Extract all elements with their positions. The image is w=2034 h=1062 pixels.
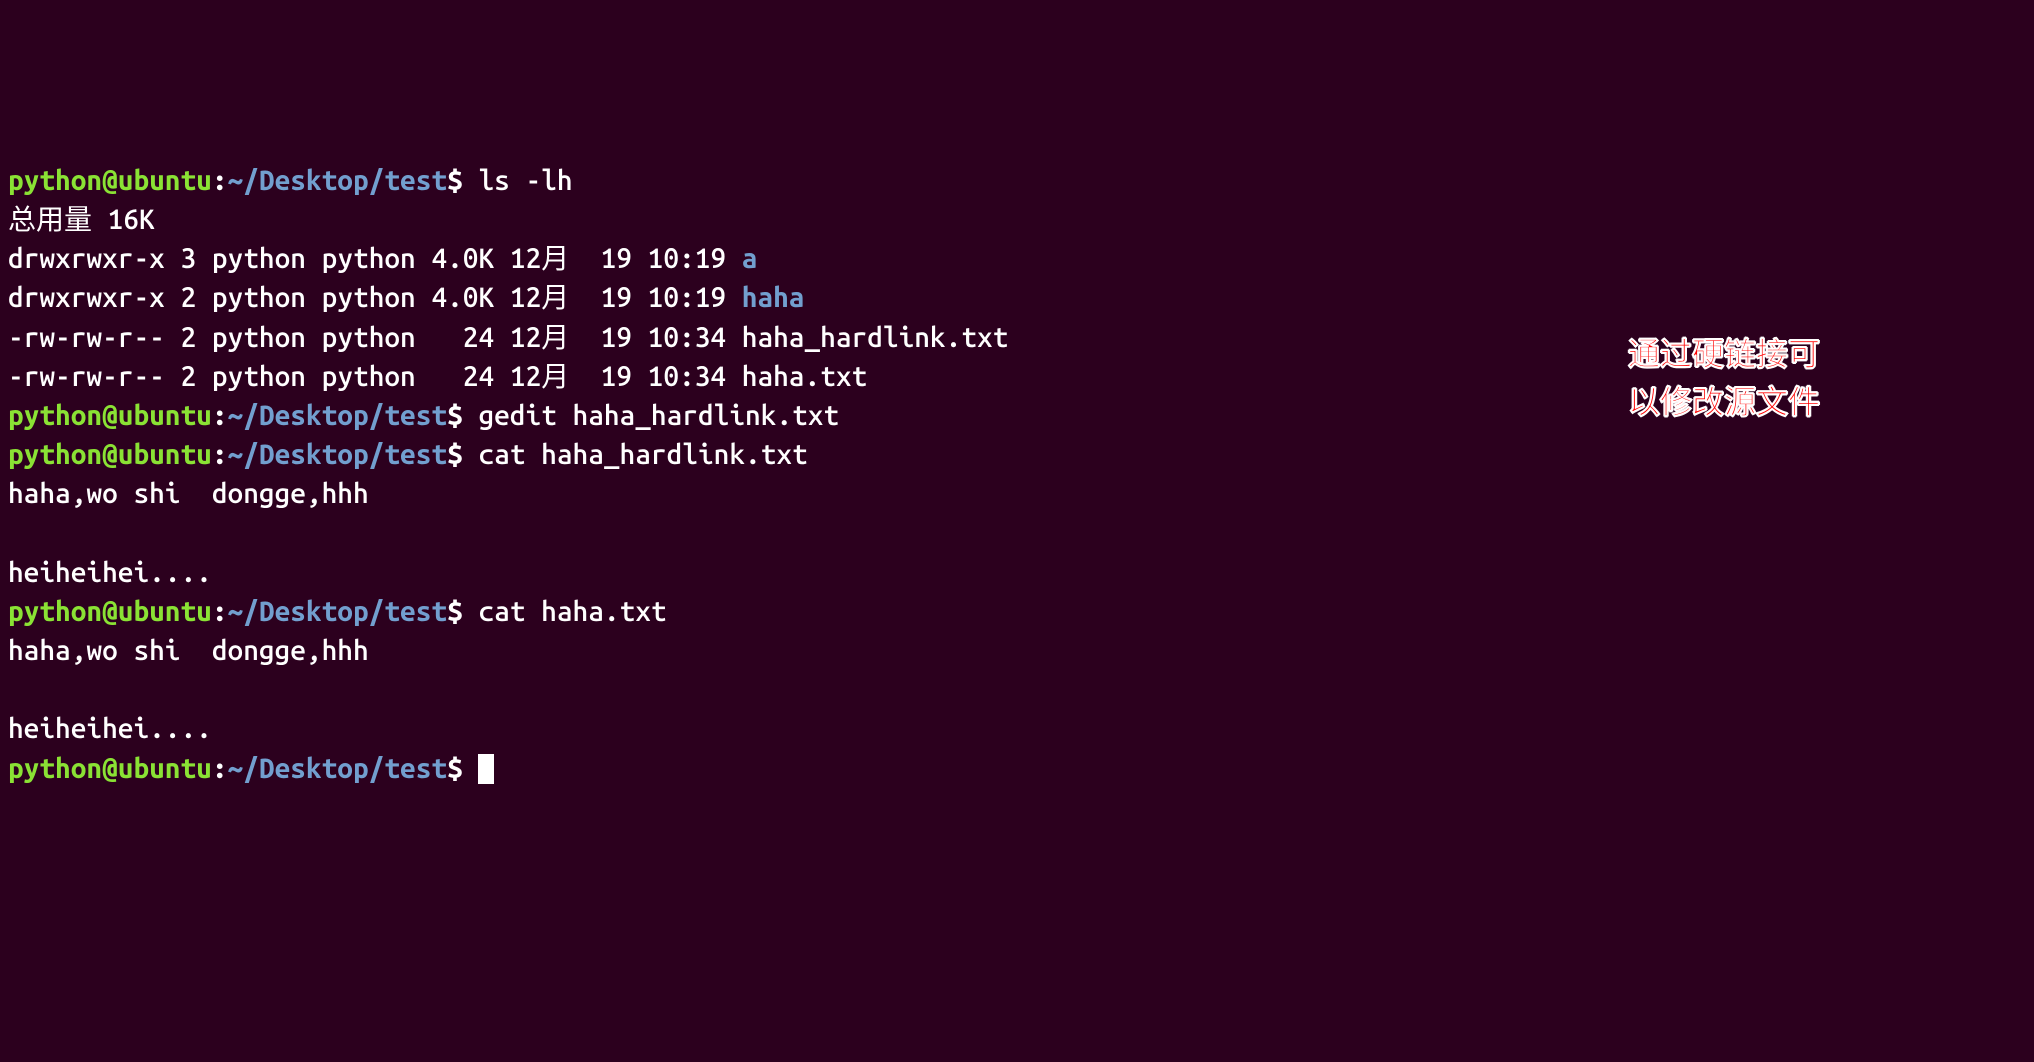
prompt-dollar: $ [447,400,463,431]
day: 19 [601,361,632,392]
time: 10:19 [648,282,726,313]
prompt-line-5: python@ubuntu:~/Desktop/test$ [8,753,494,784]
links: 3 [181,243,197,274]
perm: drwxrwxr-x [8,282,165,313]
size: 4.0K [431,282,494,313]
command-gedit: gedit haha_hardlink.txt [478,400,839,431]
cat-output-2-line1: haha,wo shi dongge,hhh [8,635,369,666]
cat-output-1-line3: heiheihei.... [8,557,212,588]
ls-total: 总用量 16K [8,204,155,235]
size: 24 [431,361,494,392]
month: 12月 [510,282,569,313]
time: 10:19 [648,243,726,274]
day: 19 [601,282,632,313]
prompt-path: ~/Desktop/test [228,165,448,196]
group: python [322,282,416,313]
filename: haha.txt [742,361,867,392]
prompt-dollar: $ [447,753,463,784]
prompt-path: ~/Desktop/test [228,439,448,470]
day: 19 [601,243,632,274]
owner: python [212,243,306,274]
month: 12月 [510,322,569,353]
prompt-colon: : [212,596,228,627]
time: 10:34 [648,361,726,392]
prompt-line-2: python@ubuntu:~/Desktop/test$ gedit haha… [8,400,839,431]
terminal[interactable]: python@ubuntu:~/Desktop/test$ ls -lh 总用量… [8,161,2026,788]
prompt-user: python@ubuntu [8,165,212,196]
time: 10:34 [648,322,726,353]
filename-dir: a [742,243,758,274]
ls-row-0: drwxrwxr-x 3 python python 4.0K 12月 19 1… [8,243,757,274]
ls-row-2: -rw-rw-r-- 2 python python 24 12月 19 10:… [8,322,1008,353]
cursor-icon[interactable] [478,754,494,784]
perm: drwxrwxr-x [8,243,165,274]
prompt-user: python@ubuntu [8,753,212,784]
prompt-line-1: python@ubuntu:~/Desktop/test$ ls -lh [8,165,573,196]
prompt-user: python@ubuntu [8,400,212,431]
prompt-path: ~/Desktop/test [228,753,448,784]
annotation-line2: 以修改源文件 [1628,384,1820,420]
prompt-user: python@ubuntu [8,596,212,627]
group: python [322,322,416,353]
cat-output-1-line1: haha,wo shi dongge,hhh [8,478,369,509]
prompt-colon: : [212,753,228,784]
filename-dir: haha [742,282,805,313]
command-cat-hardlink: cat haha_hardlink.txt [478,439,807,470]
prompt-dollar: $ [447,596,463,627]
perm: -rw-rw-r-- [8,361,165,392]
prompt-path: ~/Desktop/test [228,400,448,431]
owner: python [212,322,306,353]
prompt-colon: : [212,165,228,196]
command-ls: ls -lh [478,165,572,196]
filename: haha_hardlink.txt [742,322,1009,353]
size: 24 [431,322,494,353]
prompt-user: python@ubuntu [8,439,212,470]
group: python [322,361,416,392]
prompt-dollar: $ [447,439,463,470]
perm: -rw-rw-r-- [8,322,165,353]
links: 2 [181,322,197,353]
group: python [322,243,416,274]
ls-row-3: -rw-rw-r-- 2 python python 24 12月 19 10:… [8,361,867,392]
owner: python [212,282,306,313]
cat-output-2-line3: heiheihei.... [8,713,212,744]
ls-row-1: drwxrwxr-x 2 python python 4.0K 12月 19 1… [8,282,805,313]
links: 2 [181,361,197,392]
day: 19 [601,322,632,353]
size: 4.0K [431,243,494,274]
command-cat-haha: cat haha.txt [478,596,666,627]
annotation-overlay: 通过硬链接可 以修改源文件 [1614,330,1834,426]
annotation-line1: 通过硬链接可 [1628,336,1820,372]
month: 12月 [510,243,569,274]
links: 2 [181,282,197,313]
prompt-path: ~/Desktop/test [228,596,448,627]
prompt-line-3: python@ubuntu:~/Desktop/test$ cat haha_h… [8,439,808,470]
prompt-colon: : [212,400,228,431]
month: 12月 [510,361,569,392]
prompt-line-4: python@ubuntu:~/Desktop/test$ cat haha.t… [8,596,667,627]
prompt-dollar: $ [447,165,463,196]
owner: python [212,361,306,392]
prompt-colon: : [212,439,228,470]
